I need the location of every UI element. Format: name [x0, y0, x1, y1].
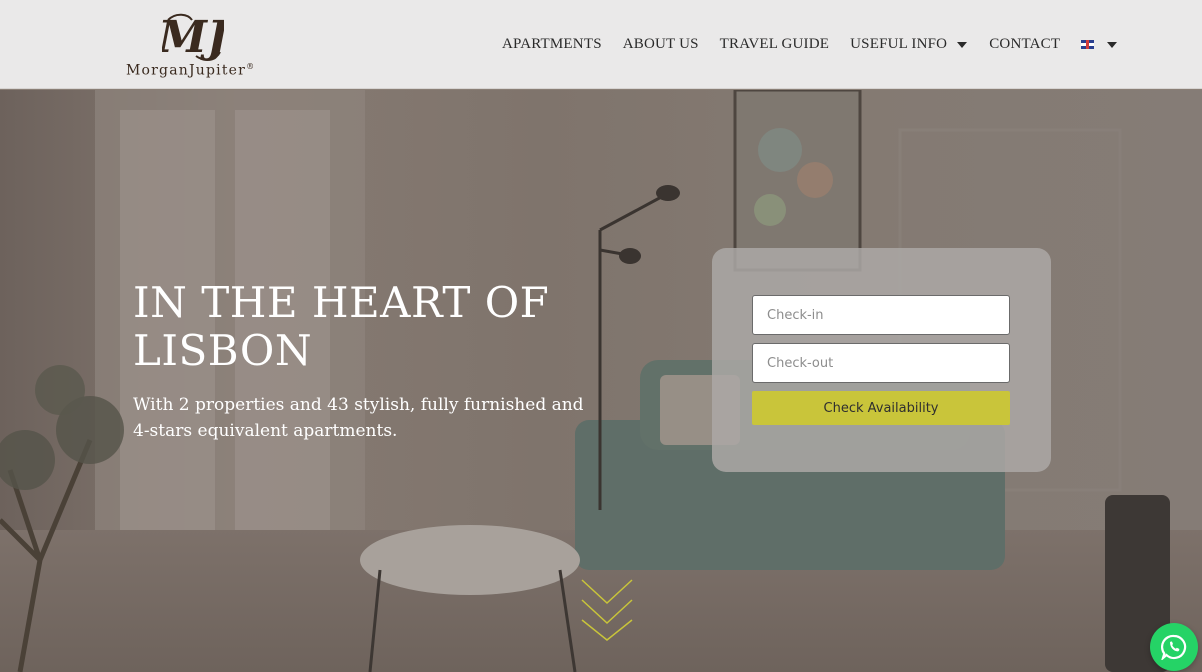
booking-widget: Check Availability — [712, 248, 1051, 472]
svg-text:MJ: MJ — [162, 12, 224, 62]
check-in-field[interactable] — [752, 295, 1010, 335]
chevron-down-icon — [1107, 41, 1118, 48]
nav-apartments[interactable]: APARTMENTS — [502, 36, 602, 53]
language-switcher[interactable] — [1081, 40, 1118, 49]
logo[interactable]: MJ MorganJupiter® — [126, 10, 266, 80]
nav-about-us-label: ABOUT US — [622, 36, 699, 52]
hero-title: IN THE HEART OF LISBON — [133, 278, 550, 375]
hero-section: IN THE HEART OF LISBON With 2 properties… — [0, 90, 1202, 672]
nav-useful-info-label: USEFUL INFO — [850, 36, 948, 52]
nav-about-us[interactable]: ABOUT US — [623, 36, 699, 53]
chevron-down-icon — [957, 41, 968, 48]
monogram-logo-icon: MJ — [162, 12, 224, 62]
check-availability-button[interactable]: Check Availability — [752, 391, 1010, 425]
whatsapp-icon — [1161, 634, 1187, 660]
hero-subtitle: With 2 properties and 43 stylish, fully … — [133, 395, 584, 441]
nav-useful-info[interactable]: USEFUL INFO — [850, 36, 968, 53]
check-out-field[interactable] — [752, 343, 1010, 383]
main-nav: APARTMENTS ABOUT US TRAVEL GUIDE USEFUL … — [502, 36, 1118, 53]
uk-flag-icon — [1081, 40, 1095, 49]
site-header: MJ MorganJupiter® APARTMENTS ABOUT US TR… — [0, 0, 1202, 89]
nav-apartments-label: APARTMENTS — [502, 36, 602, 52]
nav-travel-guide[interactable]: TRAVEL GUIDE — [720, 36, 829, 53]
nav-contact[interactable]: CONTACT — [989, 36, 1060, 53]
nav-contact-label: CONTACT — [989, 36, 1061, 52]
chevrons-down-icon[interactable] — [579, 577, 635, 643]
nav-travel-guide-label: TRAVEL GUIDE — [719, 36, 830, 52]
brand-name: MorganJupiter® — [126, 62, 256, 79]
whatsapp-chat-button[interactable] — [1150, 623, 1198, 671]
